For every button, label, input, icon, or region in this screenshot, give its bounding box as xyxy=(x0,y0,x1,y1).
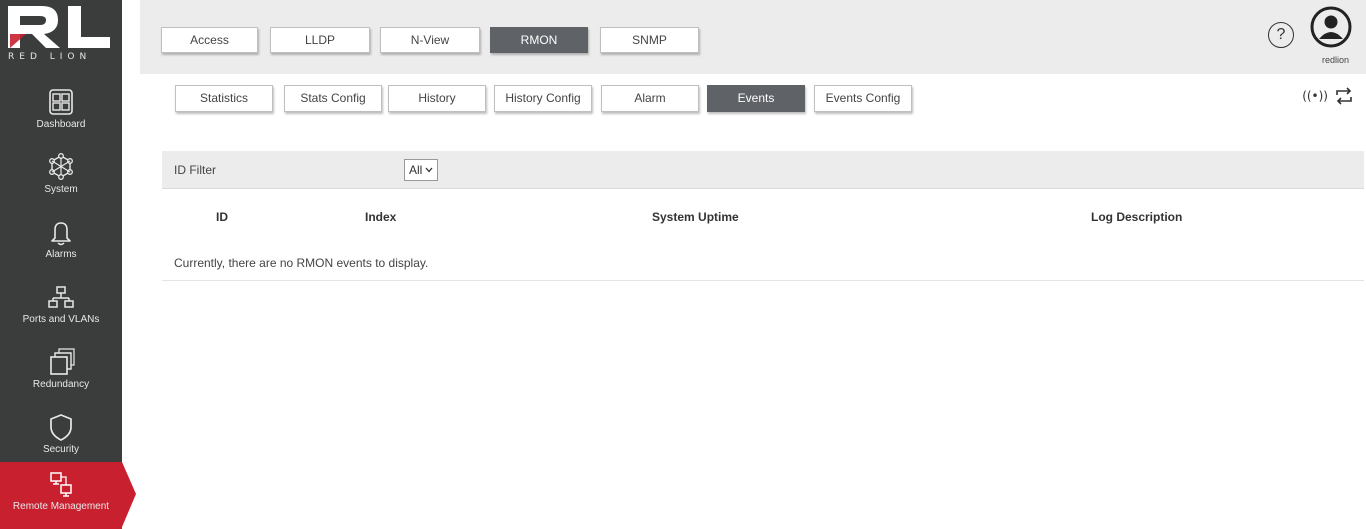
chevron-down-icon xyxy=(425,167,433,173)
id-filter-row: ID Filter All xyxy=(162,151,1364,189)
toolbar-icons: ((•)) xyxy=(1302,86,1354,106)
column-header-id: ID xyxy=(216,210,228,224)
live-update-icon[interactable]: ((•)) xyxy=(1302,89,1328,103)
tab-lldp[interactable]: LLDP xyxy=(270,27,370,53)
user-name: redlion xyxy=(1321,55,1349,65)
id-filter-label: ID Filter xyxy=(174,163,216,177)
tab-statistics[interactable]: Statistics xyxy=(175,85,273,112)
sidebar-item-label: System xyxy=(44,184,78,195)
empty-table-message: Currently, there are no RMON events to d… xyxy=(174,256,429,270)
id-filter-selected-value: All xyxy=(409,163,423,177)
id-filter-select[interactable]: All xyxy=(404,159,439,181)
system-network-icon xyxy=(49,153,73,180)
tab-access[interactable]: Access xyxy=(161,27,258,53)
sidebar-item-label: Security xyxy=(42,444,80,455)
tab-history-config[interactable]: History Config xyxy=(494,85,592,112)
table-divider xyxy=(162,280,1364,281)
tab-history[interactable]: History xyxy=(388,85,486,112)
sync-arrows-icon[interactable] xyxy=(1334,87,1354,105)
stacked-windows-icon xyxy=(50,348,75,375)
sidebar-item-security[interactable]: Security xyxy=(0,405,122,470)
dashboard-icon xyxy=(49,89,73,115)
remote-management-icon xyxy=(50,472,72,497)
top-bar: Access LLDP N-View RMON SNMP ? redlion xyxy=(140,0,1366,74)
column-header-log-description: Log Description xyxy=(1091,210,1183,224)
help-button[interactable]: ? xyxy=(1268,22,1294,48)
sidebar-item-redundancy[interactable]: Redundancy xyxy=(0,340,122,405)
sidebar-item-label: Remote Management xyxy=(12,501,110,512)
sidebar-item-label: Redundancy xyxy=(32,379,90,390)
sidebar-item-label: Ports and VLANs xyxy=(22,314,100,325)
sidebar: RED LION Dashboard System Alarms Ports a… xyxy=(0,0,136,529)
tab-n-view[interactable]: N-View xyxy=(380,27,480,53)
sidebar-item-ports-and-vlans[interactable]: Ports and VLANs xyxy=(0,275,122,340)
sidebar-item-label: Dashboard xyxy=(36,119,86,130)
user-avatar-icon[interactable] xyxy=(1310,6,1352,48)
shield-icon xyxy=(50,414,72,441)
tab-rmon[interactable]: RMON xyxy=(490,27,588,53)
tab-events[interactable]: Events xyxy=(707,85,805,112)
logo-wordmark: RED LION xyxy=(8,52,92,62)
column-header-index: Index xyxy=(365,210,397,224)
red-lion-logo: RED LION xyxy=(0,0,122,74)
sidebar-item-system[interactable]: System xyxy=(0,145,122,210)
sidebar-item-remote-management[interactable]: Remote Management xyxy=(0,462,136,529)
sidebar-item-dashboard[interactable]: Dashboard xyxy=(0,80,122,145)
column-header-system-uptime: System Uptime xyxy=(652,210,739,224)
tab-events-config[interactable]: Events Config xyxy=(814,85,912,112)
sidebar-item-alarms[interactable]: Alarms xyxy=(0,210,122,275)
tab-stats-config[interactable]: Stats Config xyxy=(284,85,382,112)
bell-icon xyxy=(51,222,71,246)
ports-topology-icon xyxy=(48,286,74,308)
tab-alarm[interactable]: Alarm xyxy=(601,85,699,112)
sidebar-item-label: Alarms xyxy=(45,249,77,260)
tab-snmp[interactable]: SNMP xyxy=(600,27,699,53)
